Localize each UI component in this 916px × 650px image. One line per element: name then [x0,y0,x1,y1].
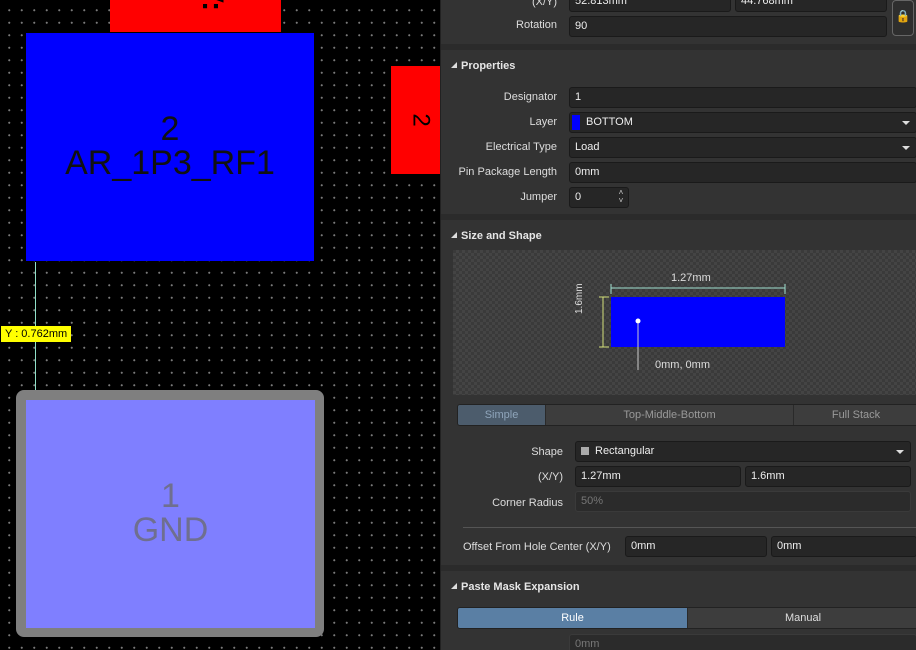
offset-label: Offset From Hole Center (X/Y) [463,541,611,553]
electrical-type-dropdown[interactable]: Load [569,137,916,158]
paste-mask-section-header[interactable]: Paste Mask Expansion [451,581,580,593]
paste-mask-value-field: 0mm [569,634,916,650]
shape-label: Shape [531,446,563,458]
rotation-label: Rotation [516,19,557,31]
collapse-triangle-icon [451,583,457,590]
location-xy-label: (X/Y) [531,0,557,8]
collapse-triangle-icon [451,232,457,239]
size-shape-mode-tabs: Simple Top-Middle-Bottom Full Stack [457,404,916,426]
offset-y-field[interactable]: 0mm [771,536,916,557]
layer-color-swatch [572,114,580,130]
corner-radius-label: Corner Radius [492,497,563,509]
chevron-down-icon [902,121,910,125]
pin-package-length-field[interactable]: 0mm [569,162,916,183]
offset-x-field[interactable]: 0mm [625,536,767,557]
electrical-type-value: Load [575,141,600,153]
pad-number: 2 [160,110,180,148]
paste-mask-mode-tabs: Rule Manual [457,607,916,629]
dimension-label: Y : 0.762mm [1,326,72,342]
properties-panel: (X/Y) 52.813mm 44.768mm Rotation 90 🔒 Pr… [440,0,916,650]
section-title: Paste Mask Expansion [461,581,580,593]
pad-gnd[interactable]: 1 GND [26,400,315,628]
pad-right-partial[interactable]: 2 [391,66,440,174]
size-xy-label: (X/Y) [537,471,563,483]
preview-origin-label: 0mm, 0mm [655,359,710,371]
section-title: Size and Shape [461,230,542,242]
lock-icon: 🔒 [895,9,911,23]
designator-label: Designator [503,91,557,103]
pad-shape-preview: 1.27mm 1.6mm 0mm, 0mm [453,250,916,395]
location-x-field[interactable]: 52.813mm [569,0,731,12]
separator-line [463,527,916,528]
layer-dropdown[interactable]: BOTTOM [569,112,916,133]
pad-ar-1p3-rf1[interactable]: 2 AR_1P3_RF1 [26,33,314,261]
section-divider [441,565,916,571]
preview-height-label: 1.6mm [574,283,585,314]
electrical-type-label: Electrical Type [485,141,557,153]
rectangle-shape-icon [581,447,589,456]
layer-label: Layer [529,116,557,128]
properties-section-header[interactable]: Properties [451,60,515,72]
size-x-field[interactable]: 1.27mm [575,466,741,487]
pad-origin-dot [635,318,641,324]
section-title: Properties [461,60,516,72]
tab-rule[interactable]: Rule [458,608,688,628]
size-y-field[interactable]: 1.6mm [745,466,911,487]
lock-button[interactable]: 🔒 [892,0,914,36]
pin-package-length-label: Pin Package Length [458,166,557,178]
pad-right-label: 2 [407,113,435,127]
tab-top-middle-bottom[interactable]: Top-Middle-Bottom [546,405,794,425]
section-divider [441,44,916,50]
collapse-triangle-icon [451,62,457,69]
chevron-down-icon [902,146,910,150]
shape-dropdown[interactable]: Rectangular [575,441,911,462]
designator-field[interactable]: 1 [569,87,916,108]
pad-net-name: AR_1P3_RF1 [65,144,275,182]
section-divider [441,214,916,220]
location-y-field[interactable]: 44.768mm [735,0,887,12]
tab-full-stack[interactable]: Full Stack [794,405,916,425]
corner-radius-field: 50% [575,491,911,512]
preview-width-label: 1.27mm [671,272,711,284]
pad-top-partial[interactable]: V: [110,0,281,32]
tab-simple[interactable]: Simple [458,405,546,425]
chevron-down-icon [896,450,904,454]
spin-arrows-icon[interactable]: ˄ ˅ [617,189,625,206]
rotation-field[interactable]: 90 [569,16,887,37]
jumper-value: 0 [575,191,582,203]
shape-value: Rectangular [595,445,655,457]
jumper-stepper[interactable]: 0 ˄ ˅ [569,187,629,208]
pad-number: 1 [161,477,180,515]
pcb-canvas[interactable]: V: 2 AR_1P3_RF1 2 Y : 0.762mm 1 GND [0,0,440,650]
layer-value: BOTTOM [586,116,633,128]
jumper-label: Jumper [520,191,557,203]
pad-top-label: V: [195,0,229,11]
size-shape-section-header[interactable]: Size and Shape [451,230,542,242]
tab-manual[interactable]: Manual [688,608,916,628]
pad-net-name: GND [132,511,209,549]
